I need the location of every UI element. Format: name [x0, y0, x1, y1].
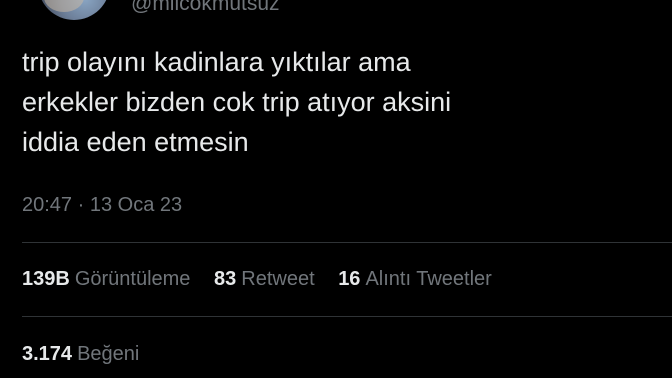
likes-stat[interactable]: 3.174 Beğeni	[22, 341, 139, 367]
divider	[22, 316, 672, 317]
tweet-text-line: iddia eden etmesin	[22, 127, 249, 157]
retweets-count: 83	[214, 268, 237, 290]
quotes-label: Alıntı Tweetler	[365, 268, 492, 290]
views-count: 139B	[22, 268, 70, 290]
retweets-label: Retweet	[241, 268, 315, 290]
meta-separator: ·	[77, 194, 85, 216]
divider	[22, 242, 672, 243]
likes-label: Beğeni	[77, 343, 140, 365]
avatar[interactable]	[38, 0, 110, 20]
views-label: Görüntüleme	[74, 268, 191, 290]
tweet-text: trip olayını kadinlara yıktılar ama erke…	[22, 42, 652, 162]
tweet-timestamp[interactable]: 20:47 · 13 Oca 23	[22, 192, 182, 218]
quotes-count: 16	[338, 268, 361, 290]
quotes-stat[interactable]: 16 Alıntı Tweetler	[338, 266, 492, 292]
retweets-stat[interactable]: 83 Retweet	[214, 266, 315, 292]
tweet-text-line: trip olayını kadinlara yıktılar ama	[22, 47, 411, 77]
likes-count: 3.174	[22, 343, 73, 365]
author-handle[interactable]: @milcokmutsuz	[131, 0, 280, 16]
views-stat[interactable]: 139B Görüntüleme	[22, 266, 190, 292]
tweet-date[interactable]: 13 Oca 23	[90, 194, 182, 216]
tweet-time[interactable]: 20:47	[22, 194, 72, 216]
tweet-text-line: erkekler bizden cok trip atıyor aksini	[22, 87, 452, 117]
engagement-stats: 139B Görüntüleme 83 Retweet 16 Alıntı Tweet…	[22, 266, 510, 292]
